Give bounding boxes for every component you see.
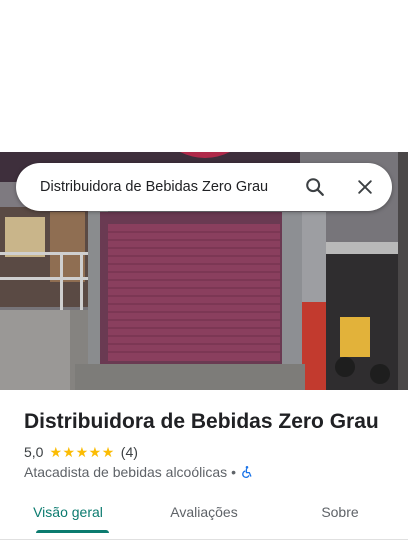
star-icon: ★ <box>101 444 115 460</box>
star-icon: ★ <box>62 444 76 460</box>
clear-search-button[interactable] <box>351 173 379 201</box>
search-button[interactable] <box>301 173 329 201</box>
search-icon <box>306 178 324 196</box>
tab-reviews[interactable]: Avaliações <box>136 494 272 539</box>
search-bar[interactable]: Distribuidora de Bebidas Zero Grau <box>16 163 392 211</box>
place-title: Distribuidora de Bebidas Zero Grau <box>24 410 379 433</box>
star-icon: ★ <box>75 444 89 460</box>
search-input[interactable]: Distribuidora de Bebidas Zero Grau <box>40 163 302 211</box>
wheelchair-icon <box>242 466 252 478</box>
rating-value: 5,0 <box>24 444 44 460</box>
active-tab-indicator <box>36 530 109 533</box>
rating-row[interactable]: 5,0 ★ ★ ★ ★ ★ (4) <box>24 442 138 462</box>
map-area-blank <box>0 0 408 152</box>
star-icon: ★ <box>49 444 63 460</box>
tab-about[interactable]: Sobre <box>272 494 408 539</box>
close-icon <box>358 180 372 194</box>
review-count[interactable]: (4) <box>121 444 138 460</box>
place-tabs: Visão geral Avaliações Sobre <box>0 494 408 540</box>
category-row: Atacadista de bebidas alcoólicas • <box>24 462 254 482</box>
separator-dot: • <box>231 464 237 480</box>
star-icon: ★ <box>88 444 102 460</box>
star-rating: ★ ★ ★ ★ ★ <box>49 445 114 459</box>
place-category[interactable]: Atacadista de bebidas alcoólicas <box>24 464 227 480</box>
